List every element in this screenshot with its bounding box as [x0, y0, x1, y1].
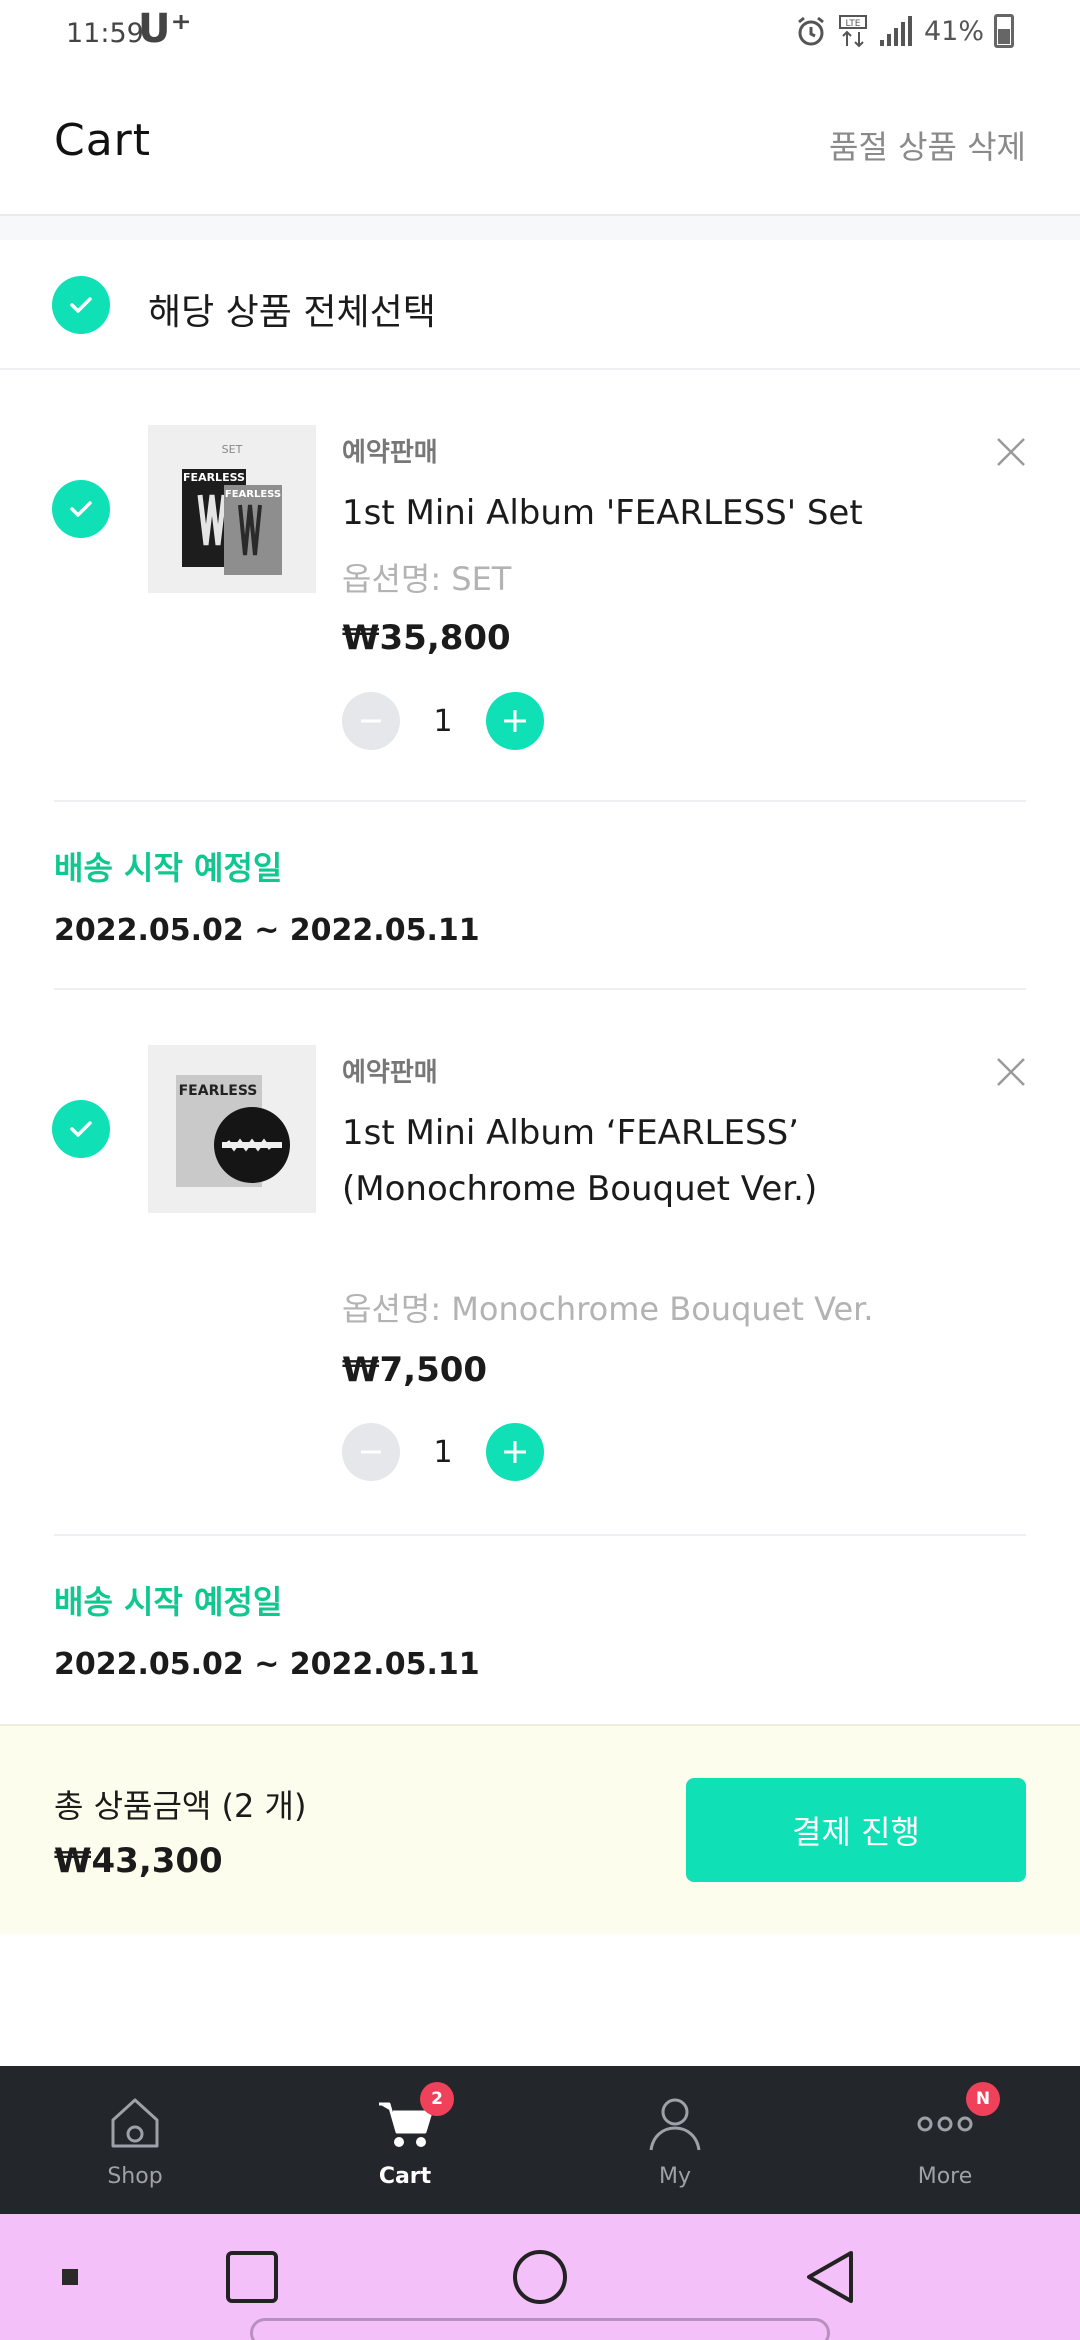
presale-tag: 예약판매	[342, 1058, 438, 1088]
nav-label: Shop	[107, 2164, 163, 2189]
svg-text:SET: SET	[222, 443, 243, 456]
nav-my[interactable]: My	[540, 2066, 810, 2214]
product-thumbnail[interactable]: FEARLESS	[148, 1045, 316, 1213]
svg-text:LTE: LTE	[846, 19, 861, 29]
item-title[interactable]: 1st Mini Album 'FEARLESS' Set	[342, 485, 942, 541]
nav-more[interactable]: N More	[810, 2066, 1080, 2214]
quantity-stepper: 1	[342, 1423, 544, 1481]
alarm-icon	[798, 16, 824, 46]
home-icon	[111, 2098, 159, 2148]
presale-tag: 예약판매	[342, 438, 438, 468]
divider	[54, 1534, 1026, 1536]
lte-icon: LTE	[838, 15, 867, 48]
section-gap	[0, 216, 1080, 240]
recent-apps-icon	[226, 2251, 278, 2303]
delete-soldout-button[interactable]: 품절 상품 삭제	[829, 122, 1026, 168]
back-triangle-icon	[807, 2251, 853, 2303]
nav-cart[interactable]: 2 Cart	[270, 2066, 540, 2214]
checkout-button[interactable]: 결제 진행	[686, 1778, 1026, 1882]
item-checkbox[interactable]	[52, 1100, 110, 1158]
order-summary-bar: 총 상품금액 (2 개) ₩43,300 결제 진행	[0, 1724, 1080, 1934]
increase-quantity-button[interactable]	[486, 1423, 544, 1481]
shipping-dates: 2022.05.02 ~ 2022.05.11	[54, 1647, 480, 1682]
product-thumbnail[interactable]: SET FEARLESS FEARLESS	[148, 425, 316, 593]
nav-label: Cart	[378, 2164, 432, 2189]
cart-item: FEARLESS 예약판매 1st Mini Album ‘FEARLESS’ …	[0, 990, 1080, 1530]
quantity-stepper: 1	[342, 692, 544, 750]
carrier-logo: U⁺	[138, 6, 192, 52]
battery-percent: 41%	[923, 15, 984, 47]
more-new-badge: N	[966, 2082, 1000, 2116]
checkmark-icon	[70, 297, 92, 313]
item-title[interactable]: 1st Mini Album ‘FEARLESS’ (Monochrome Bo…	[342, 1105, 942, 1217]
total-amount-value: ₩43,300	[54, 1841, 223, 1881]
shipping-start-label: 배송 시작 예정일	[54, 849, 283, 887]
item-price: ₩7,500	[342, 1350, 488, 1390]
decrease-quantity-button[interactable]	[342, 1423, 400, 1481]
select-all-row[interactable]: 해당 상품 전체선택	[0, 240, 1080, 370]
square-dot-icon	[62, 2269, 78, 2285]
checkmark-icon	[70, 1121, 92, 1137]
select-all-label: 해당 상품 전체선택	[148, 292, 436, 333]
item-price: ₩35,800	[342, 618, 511, 658]
svg-text:FEARLESS: FEARLESS	[183, 471, 245, 484]
status-bar: 11:59 U⁺ LTE 41%	[0, 0, 1080, 70]
plus-icon	[504, 1441, 526, 1463]
quantity-value: 1	[433, 1434, 453, 1470]
album-cover-image: FEARLESS	[148, 1045, 316, 1213]
page-title: Cart	[54, 115, 152, 166]
minus-icon	[361, 719, 381, 723]
item-option: 옵션명: SET	[342, 560, 512, 598]
quantity-value: 1	[433, 703, 453, 739]
decrease-quantity-button[interactable]	[342, 692, 400, 750]
shipping-dates: 2022.05.02 ~ 2022.05.11	[54, 913, 480, 948]
notification-dot-button[interactable]	[50, 2214, 90, 2340]
gesture-handle[interactable]	[250, 2318, 830, 2340]
nav-shop[interactable]: Shop	[0, 2066, 270, 2214]
signal-icon	[879, 16, 912, 46]
item-checkbox[interactable]	[52, 480, 110, 538]
select-all-checkbox[interactable]	[52, 276, 110, 334]
cart-count-badge: 2	[420, 2082, 454, 2116]
increase-quantity-button[interactable]	[486, 692, 544, 750]
shipping-start-label: 배송 시작 예정일	[54, 1583, 283, 1621]
svg-text:FEARLESS: FEARLESS	[225, 489, 281, 500]
svg-text:FEARLESS: FEARLESS	[179, 1083, 258, 1099]
item-option: 옵션명: Monochrome Bouquet Ver.	[342, 1290, 874, 1328]
page-header: Cart 품절 상품 삭제	[0, 70, 1080, 216]
home-circle-icon	[513, 2250, 567, 2304]
minus-icon	[361, 1450, 381, 1454]
person-icon	[649, 2098, 701, 2151]
remove-item-icon[interactable]	[994, 1055, 1028, 1089]
divider	[54, 800, 1026, 802]
album-set-image: SET FEARLESS FEARLESS	[148, 425, 316, 593]
nav-label: More	[917, 2164, 973, 2189]
plus-icon	[504, 710, 526, 732]
cart-item: SET FEARLESS FEARLESS 예약판매 1st Mini Albu…	[0, 370, 1080, 808]
remove-item-icon[interactable]	[994, 435, 1028, 469]
status-icons: LTE 41%	[794, 14, 1014, 48]
nav-label: My	[658, 2164, 691, 2189]
battery-icon	[994, 14, 1014, 48]
checkmark-icon	[70, 501, 92, 517]
total-amount-label: 총 상품금액 (2 개)	[54, 1787, 307, 1825]
status-time: 11:59	[66, 18, 144, 49]
bottom-navigation: Shop 2 Cart My N More	[0, 2066, 1080, 2214]
